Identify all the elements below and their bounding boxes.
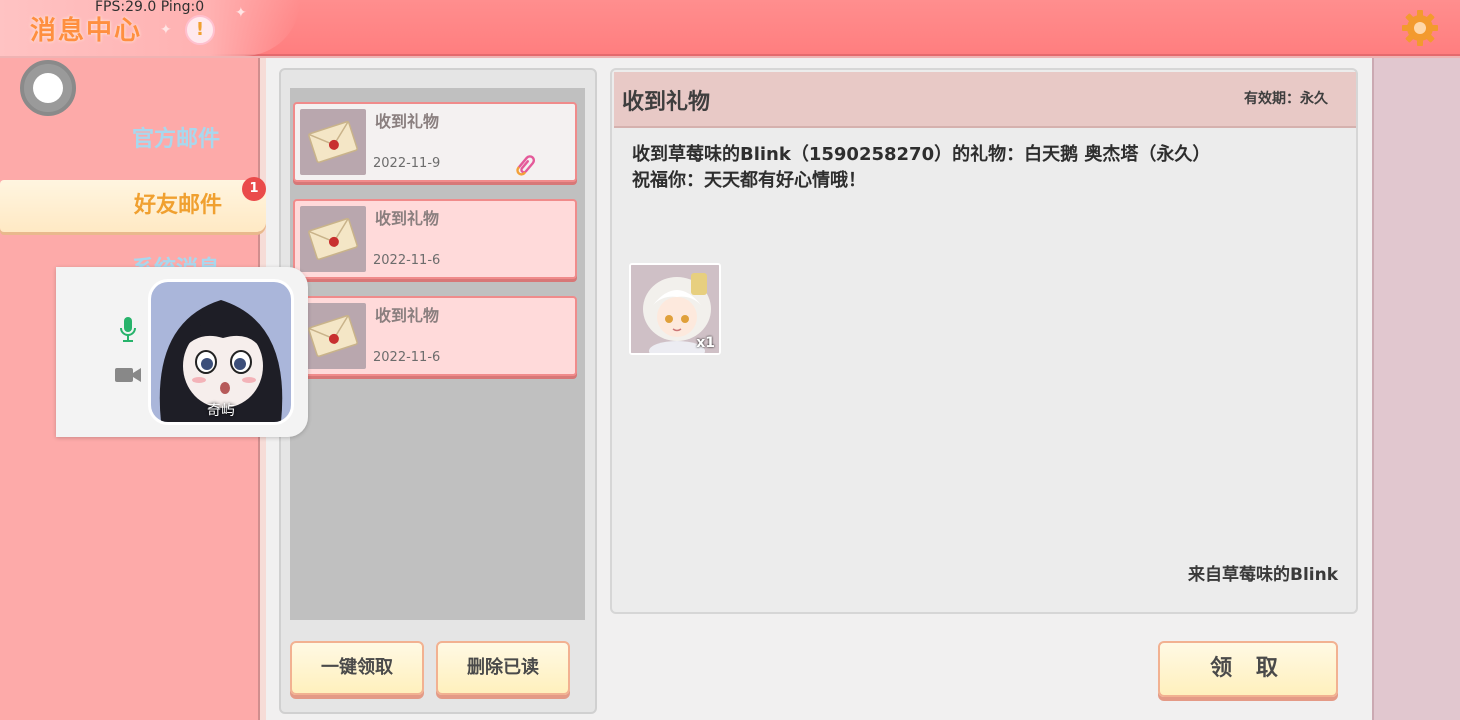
sidebar-item-friend-mail[interactable]: 好友邮件 (0, 180, 266, 232)
unread-badge: 1 (242, 177, 266, 201)
record-button[interactable] (20, 60, 76, 116)
mail-item[interactable]: 收到礼物 2022-11-6 (293, 199, 577, 279)
alert-icon[interactable]: ! (185, 15, 215, 45)
mail-title: 收到礼物 (375, 209, 440, 228)
mail-date: 2022-11-6 (373, 253, 441, 268)
sidebar-item-label: 好友邮件 (133, 193, 222, 218)
mail-detail-body: 收到草莓味的Blink（1590258270）的礼物：白天鹅 奥杰塔（永久） 祝… (632, 142, 1332, 194)
star-decoration: ✦ (160, 22, 172, 38)
sender-label: 来自草莓味的Blink (1188, 565, 1339, 585)
envelope-icon (300, 109, 366, 175)
envelope-icon (300, 303, 366, 369)
right-decoration-strip (1372, 58, 1460, 720)
call-popup[interactable]: 奇屿 (56, 267, 308, 437)
mail-body-line: 收到草莓味的Blink（1590258270）的礼物：白天鹅 奥杰塔（永久） (632, 144, 1211, 165)
header-bar: ✦ ✦ 消息中心 FPS:29.0 Ping:0 ! (0, 0, 1460, 56)
gear-icon[interactable] (1400, 8, 1440, 48)
mail-detail-header: 收到礼物 有效期：永久 (614, 72, 1356, 128)
mail-item[interactable]: 收到礼物 2022-11-9 (293, 102, 577, 182)
mail-date: 2022-11-6 (373, 350, 441, 365)
mail-title: 收到礼物 (375, 112, 440, 131)
envelope-icon (300, 206, 366, 272)
paperclip-icon (516, 155, 536, 176)
sidebar-item-label: 官方邮件 (131, 127, 220, 152)
claim-button[interactable]: 领 取 (1158, 641, 1338, 697)
fps-readout: FPS:29.0 Ping:0 (95, 0, 205, 15)
avatar: 奇屿 (148, 279, 294, 425)
delete-read-button[interactable]: 删除已读 (436, 641, 570, 695)
mail-item[interactable]: 收到礼物 2022-11-6 (293, 296, 577, 376)
page-title: 消息中心 (30, 16, 143, 46)
gift-item-slot[interactable]: x1 (629, 263, 721, 355)
microphone-icon[interactable] (118, 315, 138, 345)
mail-detail-title: 收到礼物 (622, 90, 711, 115)
mail-body-line: 祝福你：天天都有好心情哦！ (632, 170, 866, 191)
gift-quantity: x1 (696, 335, 715, 351)
mail-title: 收到礼物 (375, 306, 440, 325)
video-camera-icon[interactable] (114, 365, 142, 385)
validity-label: 有效期：永久 (1244, 91, 1328, 107)
sidebar-item-official-mail[interactable]: 官方邮件 (0, 114, 262, 166)
mail-date: 2022-11-9 (373, 156, 441, 171)
caller-name: 奇屿 (207, 403, 235, 419)
star-decoration: ✦ (235, 5, 247, 21)
claim-all-button[interactable]: 一键领取 (290, 641, 424, 695)
